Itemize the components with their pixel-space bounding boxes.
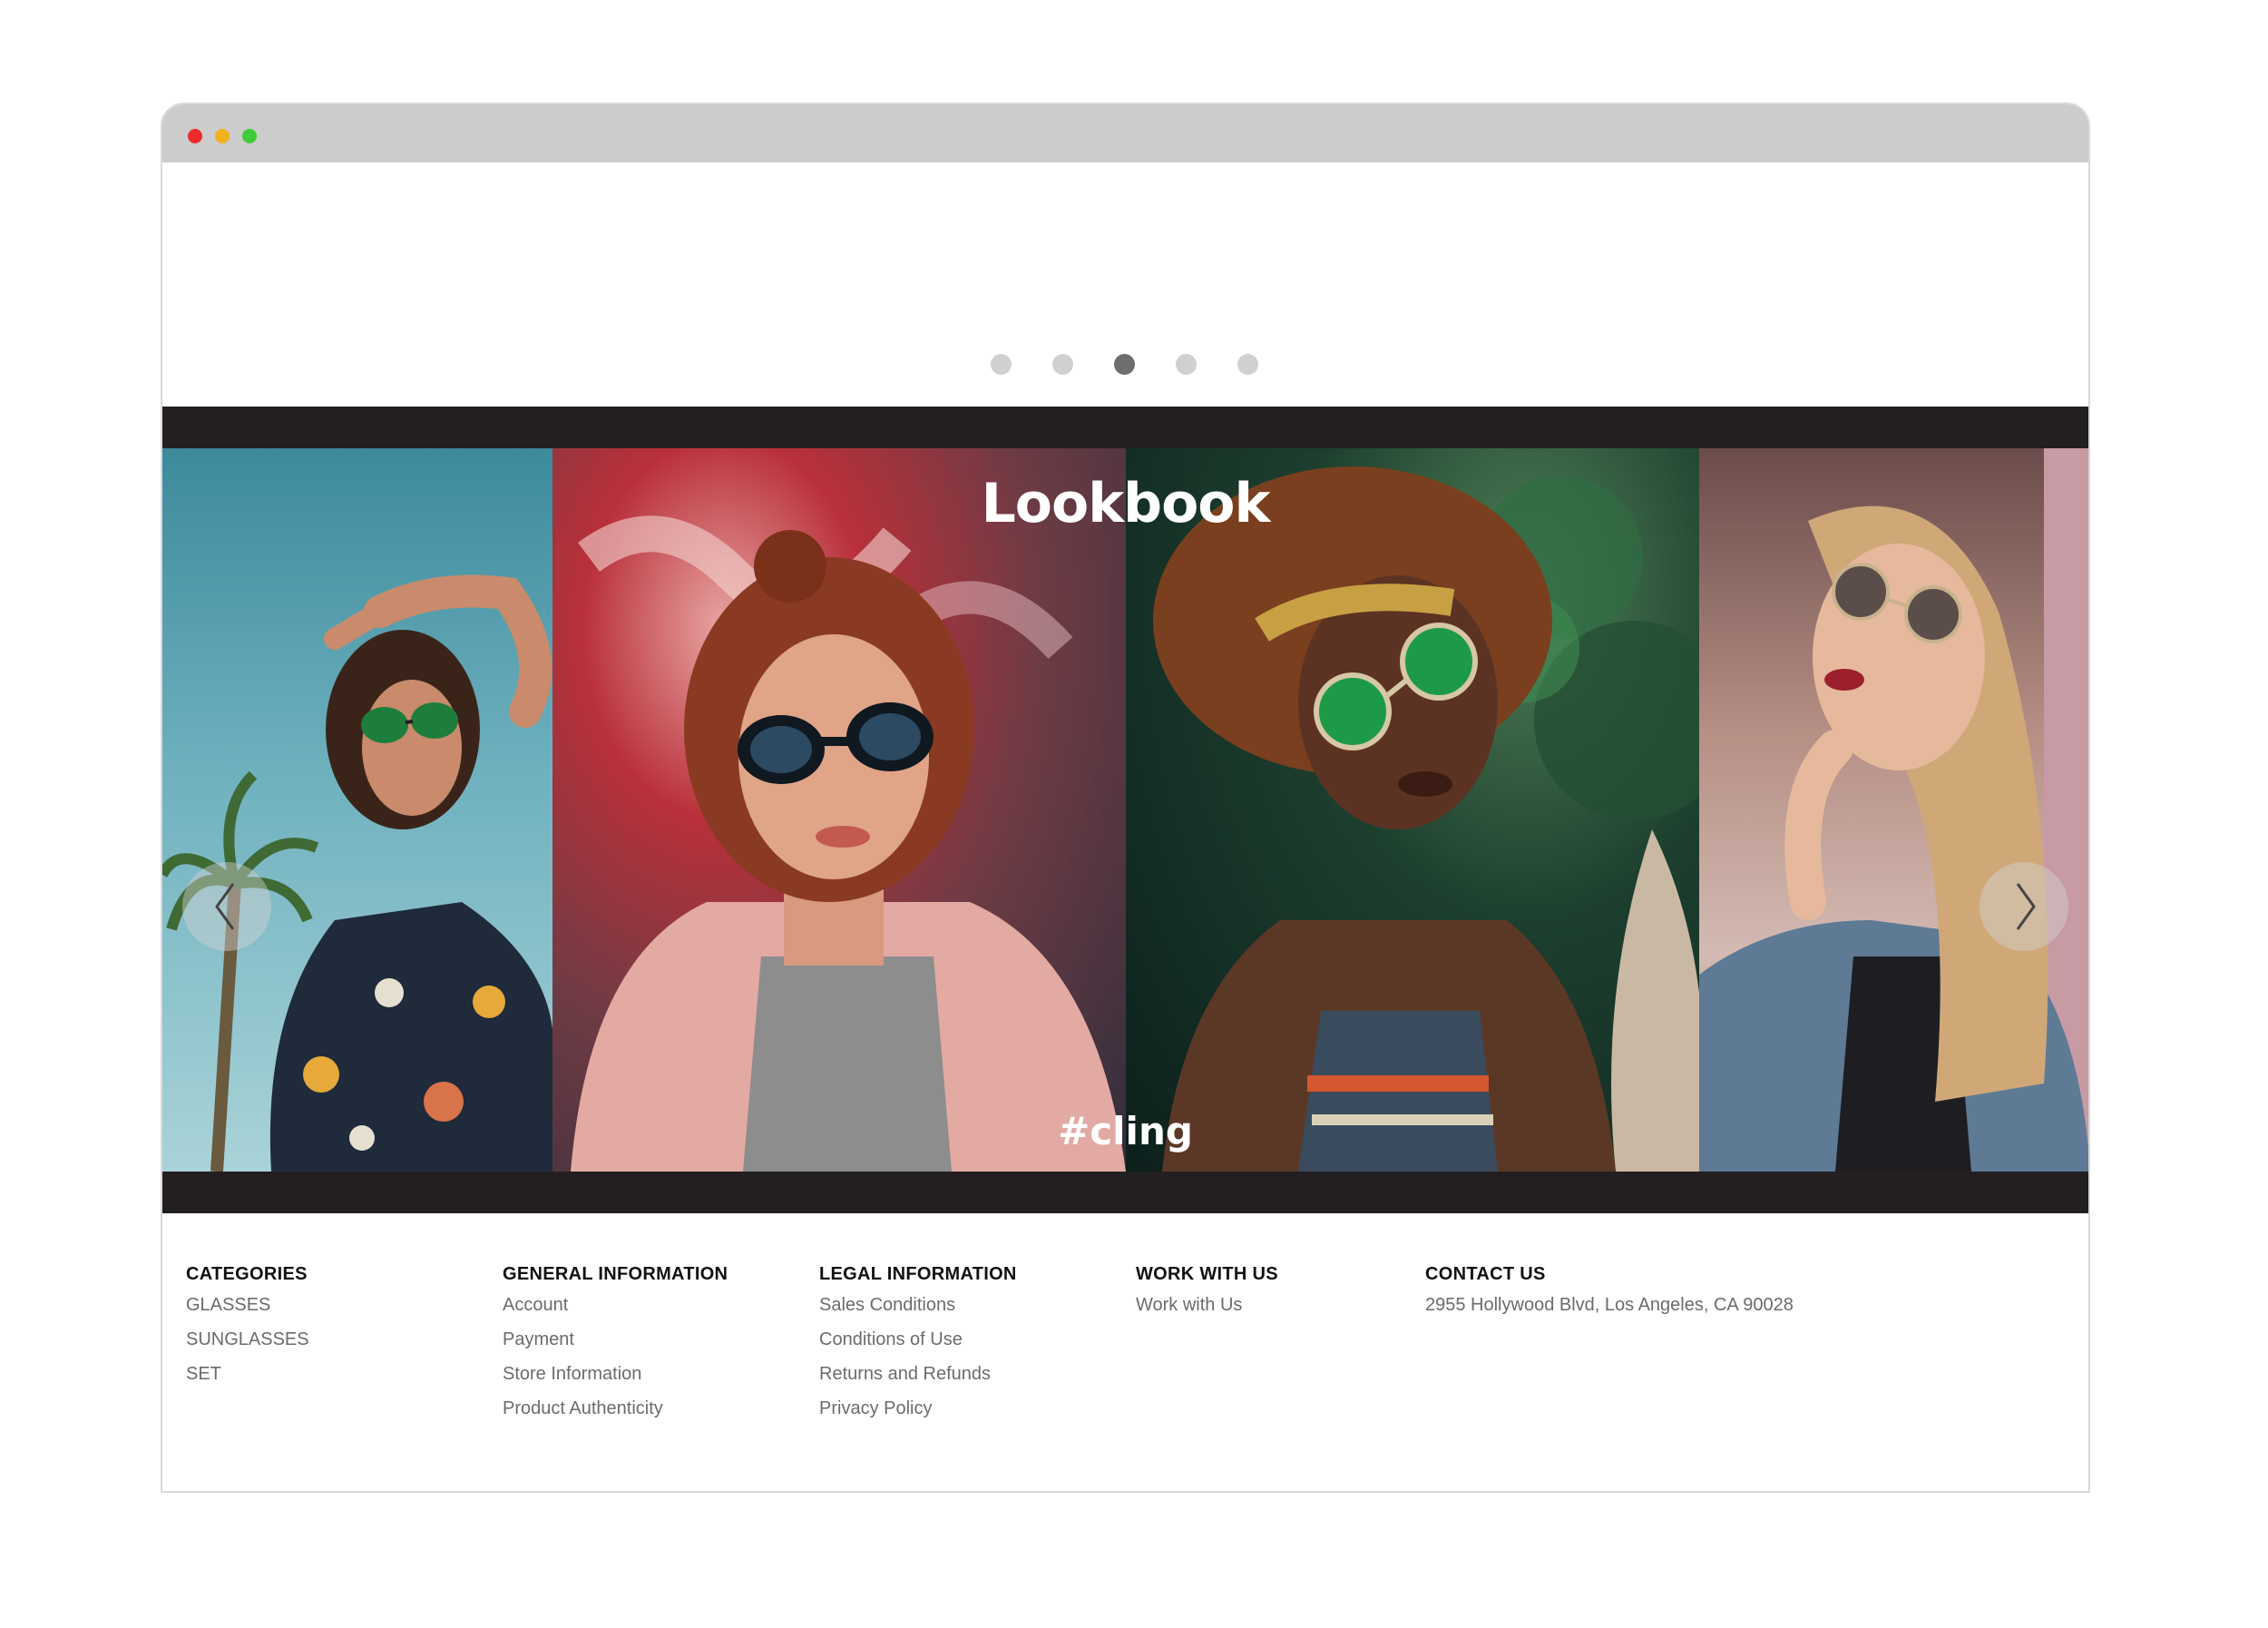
- lookbook-title: Lookbook: [981, 472, 1271, 535]
- footer-link-returns-and-refunds[interactable]: Returns and Refunds: [819, 1357, 1017, 1391]
- footer-legal-heading: LEGAL INFORMATION: [819, 1264, 1017, 1284]
- footer-link-conditions-of-use[interactable]: Conditions of Use: [819, 1322, 1017, 1357]
- footer-link-glasses[interactable]: GLASSES: [186, 1288, 309, 1322]
- carousel-dot-4[interactable]: [1176, 354, 1197, 375]
- footer-contact-heading: CONTACT US: [1425, 1264, 1546, 1284]
- footer-link-set[interactable]: SET: [186, 1357, 309, 1391]
- footer-general-information: GENERAL INFORMATION Account Payment Stor…: [503, 1213, 728, 1426]
- footer-work-with-us: WORK WITH US Work with Us: [1136, 1213, 1278, 1322]
- carousel-dot-3[interactable]: [1114, 354, 1135, 375]
- footer-link-privacy-policy[interactable]: Privacy Policy: [819, 1391, 1017, 1426]
- lookbook-gallery: Lookbook #cling: [162, 448, 2088, 1172]
- lookbook-hashtag: #cling: [1058, 1109, 1193, 1153]
- footer-categories: CATEGORIES GLASSES SUNGLASSES SET: [186, 1213, 309, 1391]
- footer-link-account[interactable]: Account: [503, 1288, 728, 1322]
- footer-link-store-information[interactable]: Store Information: [503, 1357, 728, 1391]
- footer-work-heading: WORK WITH US: [1136, 1264, 1278, 1284]
- carousel-dot-1[interactable]: [991, 354, 1012, 375]
- footer-general-heading: GENERAL INFORMATION: [503, 1264, 728, 1284]
- footer-link-product-authenticity[interactable]: Product Authenticity: [503, 1391, 728, 1426]
- footer-contact-us: CONTACT US 2955 Hollywood Blvd, Los Ange…: [1425, 1213, 1794, 1322]
- browser-window: Lookbook #cling CATEGORIES GLASSES SUNGL…: [161, 103, 2090, 1493]
- footer-link-payment[interactable]: Payment: [503, 1322, 728, 1357]
- footer-link-work-with-us[interactable]: Work with Us: [1136, 1288, 1278, 1322]
- minimize-window-button[interactable]: [215, 129, 230, 143]
- carousel-next-button[interactable]: [1980, 862, 2068, 951]
- chevron-right-icon: [2016, 883, 2036, 930]
- footer-contact-address: 2955 Hollywood Blvd, Los Angeles, CA 900…: [1425, 1295, 1794, 1315]
- footer-legal-information: LEGAL INFORMATION Sales Conditions Condi…: [819, 1213, 1017, 1426]
- lookbook-bottom-band: [162, 1172, 2088, 1213]
- lookbook-top-band: [162, 407, 2088, 448]
- carousel-prev-button[interactable]: [182, 862, 271, 951]
- site-footer: CATEGORIES GLASSES SUNGLASSES SET GENERA…: [162, 1213, 2088, 1491]
- footer-link-sunglasses[interactable]: SUNGLASSES: [186, 1322, 309, 1357]
- lookbook-photo-4: [1699, 448, 2088, 1172]
- carousel-dot-5[interactable]: [1237, 354, 1258, 375]
- maximize-window-button[interactable]: [242, 129, 257, 143]
- chevron-left-icon: [215, 883, 235, 930]
- footer-link-sales-conditions[interactable]: Sales Conditions: [819, 1288, 1017, 1322]
- footer-categories-heading: CATEGORIES: [186, 1264, 308, 1284]
- lookbook-photo-3: [1126, 448, 1699, 1172]
- carousel-dot-2[interactable]: [1052, 354, 1073, 375]
- lookbook-photo-1: [162, 448, 552, 1172]
- browser-titlebar: [162, 104, 2088, 162]
- close-window-button[interactable]: [188, 129, 202, 143]
- carousel-pagination: [162, 354, 2088, 376]
- lookbook-photo-2: [552, 448, 1126, 1172]
